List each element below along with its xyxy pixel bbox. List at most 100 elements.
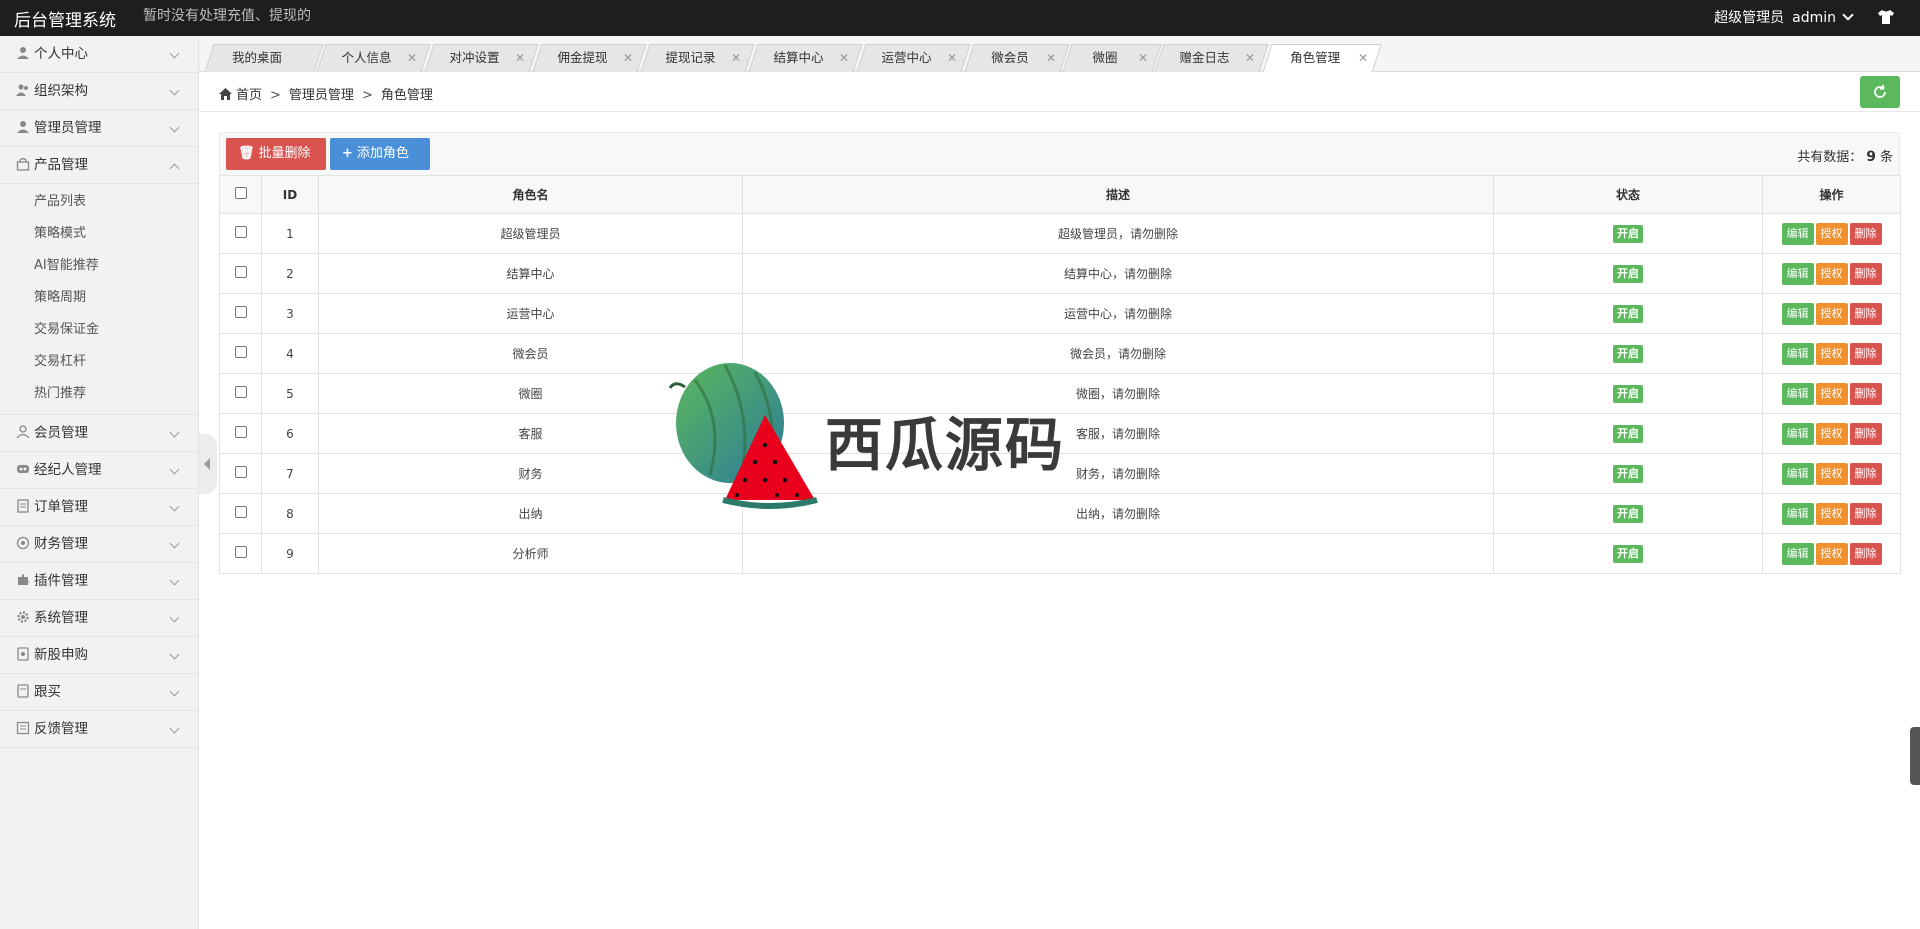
sidebar-item-product[interactable]: 产品管理 xyxy=(0,147,198,184)
edit-button[interactable]: 编辑 xyxy=(1781,542,1814,565)
delete-button[interactable]: 删除 xyxy=(1849,502,1882,525)
batch-delete-button[interactable]: 🗑 批量删除 xyxy=(226,138,326,170)
close-icon[interactable]: ✕ xyxy=(623,51,633,65)
submenu-strategy-mode[interactable]: 策略模式 xyxy=(0,218,198,250)
edit-button[interactable]: 编辑 xyxy=(1781,262,1814,285)
sidebar-item-system[interactable]: 系统管理 xyxy=(0,600,198,637)
delete-button[interactable]: 删除 xyxy=(1849,462,1882,485)
sidebar-item-feedback[interactable]: 反馈管理 xyxy=(0,711,198,748)
select-all-checkbox[interactable] xyxy=(234,187,247,199)
tab-micro-circle[interactable]: 微圈 ✕ xyxy=(1062,44,1162,72)
status-badge[interactable]: 开启 xyxy=(1613,264,1643,283)
edit-button[interactable]: 编辑 xyxy=(1781,222,1814,245)
sidebar-item-admin[interactable]: 管理员管理 xyxy=(0,110,198,147)
edit-button[interactable]: 编辑 xyxy=(1781,422,1814,445)
table-row: 3 运营中心 运营中心，请勿删除 开启 编辑 授权 删除 xyxy=(219,293,1901,334)
breadcrumb-home[interactable]: 首页 xyxy=(236,88,262,103)
authorize-button[interactable]: 授权 xyxy=(1815,302,1848,325)
delete-button[interactable]: 删除 xyxy=(1849,422,1882,445)
add-role-button[interactable]: + 添加角色 xyxy=(330,138,430,170)
sidebar-item-ipo[interactable]: 新股申购 xyxy=(0,637,198,674)
delete-button[interactable]: 删除 xyxy=(1849,382,1882,405)
delete-button[interactable]: 删除 xyxy=(1849,262,1882,285)
tab-settlement[interactable]: 结算中心 ✕ xyxy=(748,44,863,72)
submenu-product-list[interactable]: 产品列表 xyxy=(0,186,198,218)
sidebar-item-finance[interactable]: 财务管理 xyxy=(0,526,198,563)
submenu-margin[interactable]: 交易保证金 xyxy=(0,314,198,346)
row-checkbox[interactable] xyxy=(234,506,247,518)
delete-button[interactable]: 删除 xyxy=(1849,302,1882,325)
row-checkbox[interactable] xyxy=(234,466,247,478)
sidebar-item-personal[interactable]: 个人中心 xyxy=(0,36,198,73)
tshirt-icon[interactable] xyxy=(1876,7,1896,27)
sidebar-item-member[interactable]: 会员管理 xyxy=(0,415,198,452)
side-widget-handle[interactable] xyxy=(1910,727,1920,785)
sidebar-item-org[interactable]: 组织架构 xyxy=(0,73,198,110)
status-badge[interactable]: 开启 xyxy=(1613,464,1643,483)
authorize-button[interactable]: 授权 xyxy=(1815,262,1848,285)
status-badge[interactable]: 开启 xyxy=(1613,304,1643,323)
sidebar-item-order[interactable]: 订单管理 xyxy=(0,489,198,526)
authorize-button[interactable]: 授权 xyxy=(1815,222,1848,245)
authorize-button[interactable]: 授权 xyxy=(1815,462,1848,485)
close-icon[interactable]: ✕ xyxy=(1245,51,1255,65)
row-checkbox[interactable] xyxy=(234,306,247,318)
tab-hedge[interactable]: 对冲设置 ✕ xyxy=(424,44,539,72)
close-icon[interactable]: ✕ xyxy=(515,51,525,65)
status-badge[interactable]: 开启 xyxy=(1613,504,1643,523)
close-icon[interactable]: ✕ xyxy=(1138,51,1148,65)
status-badge[interactable]: 开启 xyxy=(1613,224,1643,243)
tab-role-management[interactable]: 角色管理 ✕ xyxy=(1262,44,1382,73)
submenu-ai-recommend[interactable]: AI智能推荐 xyxy=(0,250,198,282)
tab-profile[interactable]: 个人信息 ✕ xyxy=(316,44,431,72)
tab-desktop[interactable]: 我的桌面 xyxy=(204,44,324,72)
row-checkbox[interactable] xyxy=(234,546,247,558)
sidebar-item-plugin[interactable]: 插件管理 xyxy=(0,563,198,600)
row-checkbox[interactable] xyxy=(234,386,247,398)
watermark-text: 西瓜源码 xyxy=(825,411,1066,479)
authorize-button[interactable]: 授权 xyxy=(1815,542,1848,565)
delete-button[interactable]: 删除 xyxy=(1849,542,1882,565)
close-icon[interactable]: ✕ xyxy=(1358,51,1368,65)
row-checkbox[interactable] xyxy=(234,346,247,358)
header-name: 角色名 xyxy=(318,175,743,214)
row-checkbox[interactable] xyxy=(234,426,247,438)
status-badge[interactable]: 开启 xyxy=(1613,424,1643,443)
authorize-button[interactable]: 授权 xyxy=(1815,422,1848,445)
sidebar-collapse-handle[interactable] xyxy=(199,434,217,494)
authorize-button[interactable]: 授权 xyxy=(1815,502,1848,525)
row-checkbox[interactable] xyxy=(234,266,247,278)
close-icon[interactable]: ✕ xyxy=(947,51,957,65)
submenu-hot[interactable]: 热门推荐 xyxy=(0,378,198,410)
authorize-button[interactable]: 授权 xyxy=(1815,342,1848,365)
edit-button[interactable]: 编辑 xyxy=(1781,342,1814,365)
breadcrumb-admin[interactable]: 管理员管理 xyxy=(289,88,354,103)
edit-button[interactable]: 编辑 xyxy=(1781,302,1814,325)
refresh-button[interactable] xyxy=(1860,76,1900,108)
close-icon[interactable]: ✕ xyxy=(839,51,849,65)
user-menu[interactable]: 超级管理员 admin xyxy=(1714,7,1854,27)
edit-button[interactable]: 编辑 xyxy=(1781,502,1814,525)
tab-withdraw-records[interactable]: 提现记录 ✕ xyxy=(640,44,755,72)
sidebar-item-broker[interactable]: 经纪人管理 xyxy=(0,452,198,489)
sidebar-item-follow[interactable]: 跟买 xyxy=(0,674,198,711)
tab-micro-member[interactable]: 微会员 ✕ xyxy=(964,44,1070,72)
tab-commission[interactable]: 佣金提现 ✕ xyxy=(532,44,647,72)
authorize-button[interactable]: 授权 xyxy=(1815,382,1848,405)
submenu-strategy-cycle[interactable]: 策略周期 xyxy=(0,282,198,314)
tab-bonus-log[interactable]: 赠金日志 ✕ xyxy=(1154,44,1269,72)
status-badge[interactable]: 开启 xyxy=(1613,344,1643,363)
close-icon[interactable]: ✕ xyxy=(1046,51,1056,65)
close-icon[interactable]: ✕ xyxy=(407,51,417,65)
status-badge[interactable]: 开启 xyxy=(1613,544,1643,563)
status-badge[interactable]: 开启 xyxy=(1613,384,1643,403)
delete-button[interactable]: 删除 xyxy=(1849,222,1882,245)
close-icon[interactable]: ✕ xyxy=(731,51,741,65)
edit-button[interactable]: 编辑 xyxy=(1781,382,1814,405)
delete-button[interactable]: 删除 xyxy=(1849,342,1882,365)
ipo-icon xyxy=(17,647,29,661)
tab-operation[interactable]: 运营中心 ✕ xyxy=(856,44,971,72)
submenu-leverage[interactable]: 交易杠杆 xyxy=(0,346,198,378)
edit-button[interactable]: 编辑 xyxy=(1781,462,1814,485)
row-checkbox[interactable] xyxy=(234,226,247,238)
